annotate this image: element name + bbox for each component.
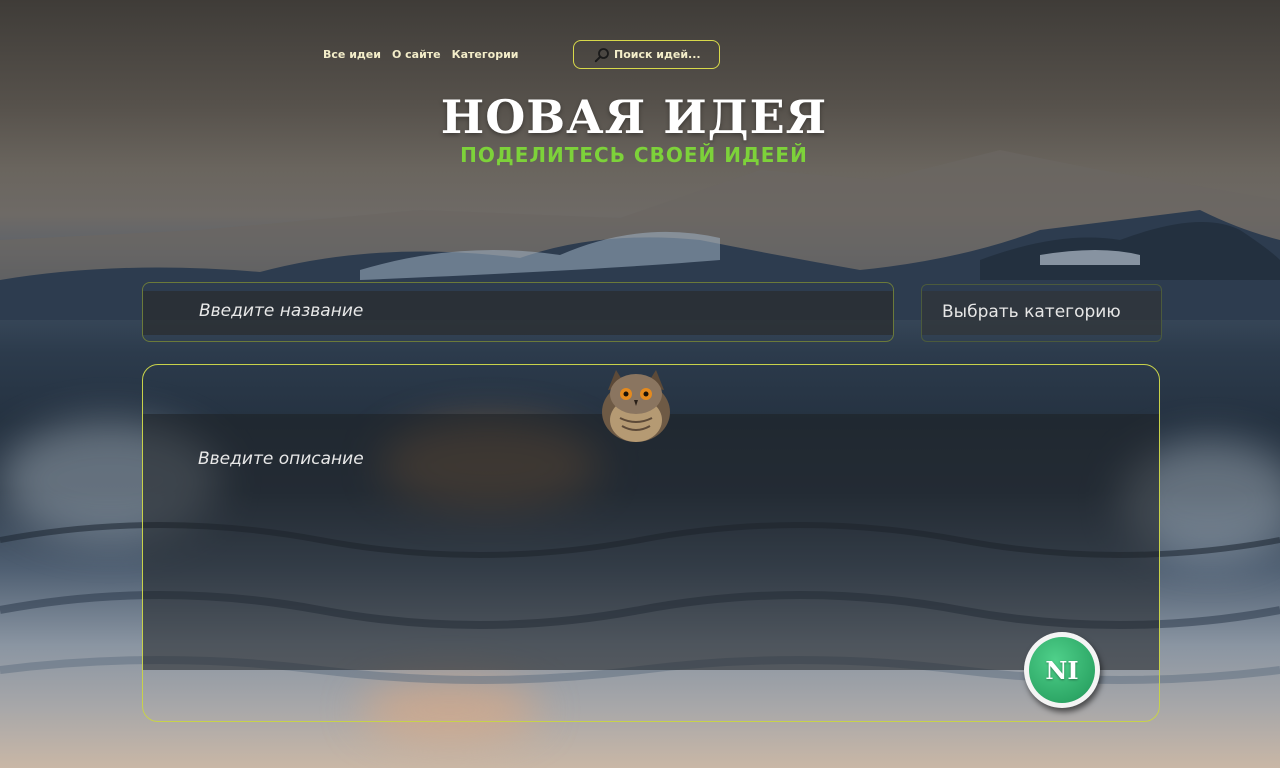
category-select-label: Выбрать категорию <box>942 302 1121 322</box>
search-box <box>573 40 720 69</box>
nav-item-about[interactable]: О сайте <box>392 48 441 61</box>
page-subtitle: ПОДЕЛИТЕСЬ СВОЕЙ ИДЕЕЙ <box>460 143 808 167</box>
submit-idea-label: NI <box>1029 637 1095 703</box>
submit-idea-button[interactable]: NI <box>1024 632 1100 708</box>
owl-image <box>602 370 670 442</box>
nav-item-all-ideas[interactable]: Все идеи <box>323 48 381 61</box>
page-title: НОВАЯ ИДЕЯ <box>440 90 828 144</box>
idea-description-input[interactable] <box>198 449 1078 649</box>
nav-item-categories[interactable]: Категории <box>452 48 519 61</box>
category-select[interactable]: Выбрать категорию <box>921 284 1162 342</box>
idea-name-input[interactable] <box>199 301 839 321</box>
top-nav: Все идеи О сайте Категории <box>323 48 518 61</box>
search-input[interactable] <box>614 48 714 61</box>
search-icon[interactable] <box>594 47 610 63</box>
idea-name-field <box>142 282 894 342</box>
